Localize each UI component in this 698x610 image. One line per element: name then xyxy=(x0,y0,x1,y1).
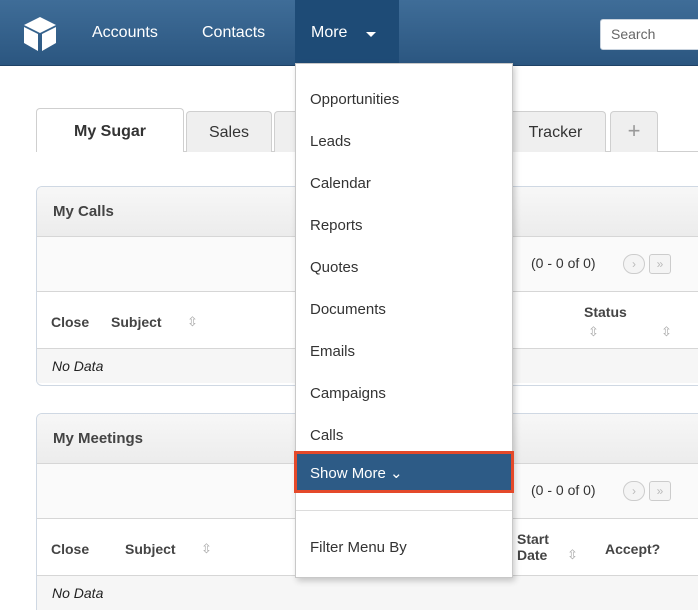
sort-icon[interactable]: ⇳ xyxy=(187,314,198,330)
menu-divider xyxy=(296,510,512,511)
last-page-icon[interactable]: » xyxy=(649,481,671,501)
menu-item-opportunities[interactable]: Opportunities xyxy=(310,91,399,108)
dashlet-title: My Calls xyxy=(53,203,114,220)
sugar-cube-logo-icon[interactable] xyxy=(20,14,60,54)
tab-label: Sales xyxy=(208,124,250,141)
show-more-label: Show More ⌄ xyxy=(310,465,403,482)
caret-down-icon xyxy=(366,32,376,37)
tab-tracker[interactable]: Tracker xyxy=(505,111,606,152)
empty-row-text: No Data xyxy=(52,358,104,374)
pager-count: (0 - 0 of 0) xyxy=(531,255,596,271)
empty-row-text: No Data xyxy=(52,585,104,601)
tab-label: My Sugar xyxy=(73,123,146,140)
nav-contacts[interactable]: Contacts xyxy=(202,24,265,42)
sort-icon[interactable]: ⇳ xyxy=(588,324,599,340)
tab-my-sugar[interactable]: My Sugar xyxy=(36,108,184,152)
add-tab-button[interactable]: + xyxy=(610,111,658,152)
menu-item-leads[interactable]: Leads xyxy=(310,133,351,150)
search-placeholder: Search xyxy=(611,26,656,42)
sort-icon[interactable]: ⇳ xyxy=(661,324,672,340)
next-page-icon[interactable]: › xyxy=(623,254,645,274)
table-row: No Data xyxy=(37,576,698,610)
nav-accounts[interactable]: Accounts xyxy=(92,24,158,42)
menu-item-emails[interactable]: Emails xyxy=(310,343,355,360)
menu-item-reports[interactable]: Reports xyxy=(310,217,363,234)
menu-item-documents[interactable]: Documents xyxy=(310,301,386,318)
col-close: Close xyxy=(51,314,90,330)
search-input[interactable]: Search xyxy=(600,19,698,50)
menu-item-calls[interactable]: Calls xyxy=(310,427,343,444)
col-close: Close xyxy=(51,541,90,557)
sort-icon[interactable]: ⇳ xyxy=(201,541,212,557)
menu-item-campaigns[interactable]: Campaigns xyxy=(310,385,386,402)
dashlet-title: My Meetings xyxy=(53,430,144,447)
plus-icon: + xyxy=(627,118,641,143)
col-accept: Accept? xyxy=(605,541,661,557)
last-page-icon[interactable]: » xyxy=(649,254,671,274)
tab-sales[interactable]: Sales xyxy=(186,111,272,152)
filter-menu-by[interactable]: Filter Menu By xyxy=(310,539,407,556)
sort-icon[interactable]: ⇳ xyxy=(567,547,578,563)
nav-more-label: More xyxy=(311,24,348,41)
pager-count: (0 - 0 of 0) xyxy=(531,482,596,498)
col-start-date[interactable]: Start Date xyxy=(517,531,557,563)
nav-more-button[interactable]: More xyxy=(295,0,399,66)
col-subject[interactable]: Subject xyxy=(125,541,176,557)
tab-label: Tracker xyxy=(528,124,583,141)
next-page-icon[interactable]: › xyxy=(623,481,645,501)
more-dropdown-menu: Opportunities Leads Calendar Reports Quo… xyxy=(294,63,514,578)
col-subject[interactable]: Subject xyxy=(111,314,162,330)
menu-item-calendar[interactable]: Calendar xyxy=(310,175,371,192)
col-status[interactable]: Status xyxy=(584,304,627,320)
top-nav: Accounts Contacts More Search xyxy=(0,0,698,66)
show-more-menu-item[interactable]: Show More ⌄ xyxy=(294,451,514,493)
menu-item-quotes[interactable]: Quotes xyxy=(310,259,358,276)
